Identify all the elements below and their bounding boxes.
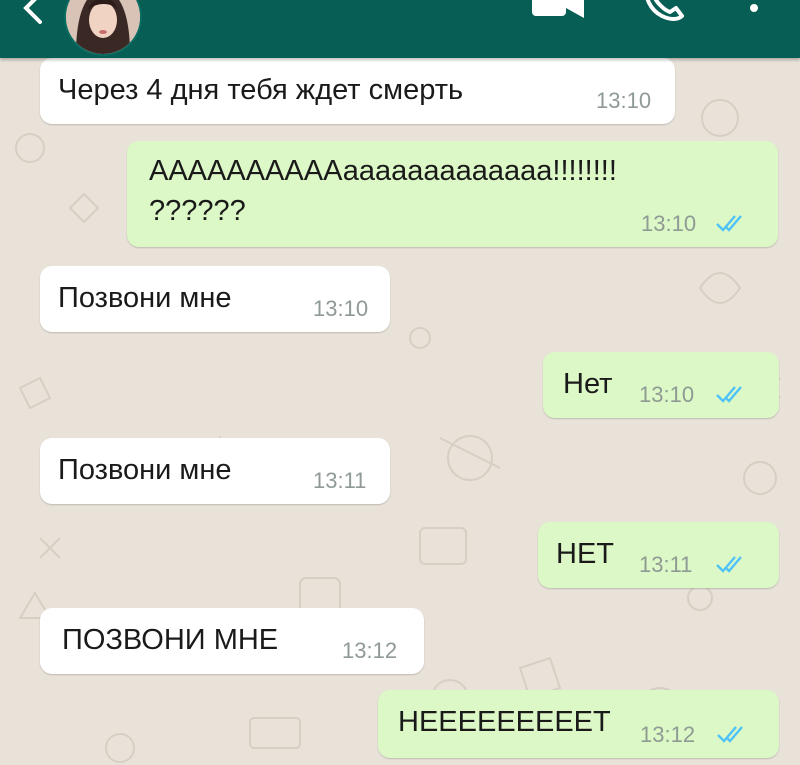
message-text: НЕЕЕЕЕЕЕЕЕТ (398, 706, 611, 738)
message-bubble-incoming[interactable]: Через 4 дня тебя ждет смерть 13:10 (40, 58, 675, 124)
message-time: 13:10 (313, 296, 369, 321)
video-call-button[interactable] (528, 0, 588, 31)
message-bubble-incoming[interactable]: ПОЗВОНИ МНЕ 13:12 (40, 608, 424, 674)
message-time: 13:11 (313, 468, 367, 493)
read-ticks-icon (716, 556, 742, 573)
message-time: 13:10 (596, 88, 652, 113)
phone-call-icon (645, 0, 684, 21)
message-text-line-2: ?????? (149, 195, 246, 227)
message-text: Позвони мне (58, 282, 232, 314)
message-time: 13:11 (639, 552, 693, 577)
message-bubble-incoming[interactable]: Позвони мне 13:10 (40, 266, 390, 332)
avatar-image (66, 0, 140, 54)
more-options-button[interactable] (742, 0, 766, 31)
voice-call-button[interactable] (640, 0, 688, 31)
contact-avatar[interactable] (64, 0, 142, 56)
read-ticks-icon (716, 215, 742, 232)
message-bubble-outgoing[interactable]: ААААААААААааааааааааааа!!!!!!!! ?????? 1… (127, 141, 778, 247)
message-time: 13:12 (640, 722, 696, 747)
message-time: 13:10 (639, 382, 695, 407)
message-text-line-1: ААААААААААааааааааааааа!!!!!!!! (149, 155, 617, 187)
message-text: НЕТ (556, 538, 614, 570)
read-ticks-icon (716, 386, 742, 403)
message-bubble-outgoing[interactable]: НЕТ 13:11 (538, 522, 779, 588)
message-bubble-incoming[interactable]: Позвони мне 13:11 (40, 438, 390, 504)
more-vert-icon (750, 4, 758, 12)
message-time: 13:10 (641, 211, 697, 236)
chat-header (0, 0, 800, 58)
message-time: 13:12 (342, 638, 398, 663)
message-text: ПОЗВОНИ МНЕ (62, 624, 279, 656)
message-bubble-outgoing[interactable]: Нет 13:10 (543, 352, 779, 418)
message-text: Нет (563, 368, 613, 400)
arrow-left-icon (23, 0, 42, 24)
message-text: Позвони мне (58, 454, 232, 486)
video-call-icon (532, 0, 584, 18)
read-ticks-icon (717, 726, 743, 743)
back-button[interactable] (18, 0, 54, 26)
message-bubble-outgoing[interactable]: НЕЕЕЕЕЕЕЕЕТ 13:12 (378, 690, 779, 758)
message-text: Через 4 дня тебя ждет смерть (58, 74, 464, 106)
